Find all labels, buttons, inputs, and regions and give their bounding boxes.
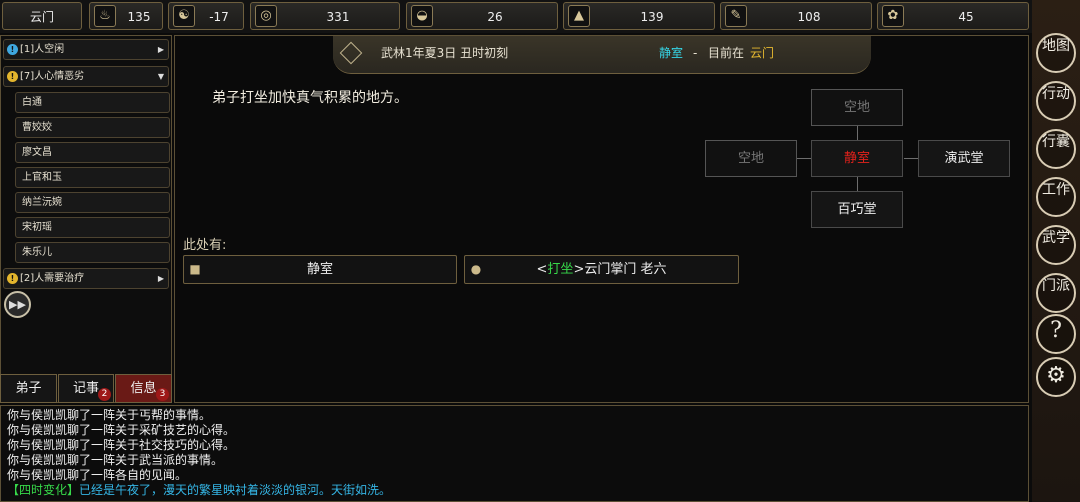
member-item[interactable]: 曹姣姣 bbox=[15, 117, 170, 138]
box-icon: ■ bbox=[189, 262, 201, 276]
action-tag: 打坐 bbox=[547, 262, 574, 277]
yin-yang-icon: ☯ bbox=[173, 5, 195, 27]
food-bowl-icon: ◒ bbox=[411, 5, 433, 27]
group-idle[interactable]: ! [1]人空闲 ▶ bbox=[3, 39, 169, 60]
here-label: 此处有: bbox=[183, 238, 227, 253]
map-room-south[interactable]: 百巧堂 bbox=[811, 191, 903, 228]
map-connector bbox=[797, 158, 811, 159]
member-item[interactable]: 纳兰沅婉 bbox=[15, 192, 170, 213]
status-banner: 武林1年夏3日 丑时初刻 静室 - 目前在 云门 bbox=[333, 36, 871, 74]
group-bad-mood[interactable]: ! [7]人心情恶劣 ▼ bbox=[3, 66, 169, 87]
right-sidebar: 地图 行动 行囊 工作 武学 门派 ? ⚙ bbox=[1032, 0, 1080, 502]
member-item[interactable]: 上官和玉 bbox=[15, 167, 170, 188]
entity-npc-button[interactable]: ● <打坐>云门掌门 老六 bbox=[464, 255, 739, 284]
map-room-current[interactable]: 静室 bbox=[811, 140, 903, 177]
notification-badge: 3 bbox=[156, 388, 169, 401]
current-room-name: 静室 bbox=[659, 46, 684, 60]
notification-badge: 2 bbox=[98, 388, 111, 401]
season-tag: 【四时变化】 bbox=[7, 483, 80, 497]
member-item[interactable]: 宋初瑶 bbox=[15, 217, 170, 238]
stat-money[interactable]: ◎ 331 bbox=[250, 2, 400, 30]
tab-disciples[interactable]: 弟子 bbox=[0, 374, 57, 403]
info-icon: ! bbox=[7, 44, 18, 55]
stat-goods[interactable]: ✿ 45 bbox=[877, 2, 1029, 30]
martial-arts-button[interactable]: 武学 bbox=[1036, 225, 1076, 265]
location-title[interactable]: 云门 bbox=[2, 2, 82, 30]
map-room-east[interactable]: 演武堂 bbox=[918, 140, 1010, 177]
mountain-icon: ▲ bbox=[568, 5, 590, 27]
date-time: 武林1年夏3日 丑时初刻 bbox=[381, 46, 509, 60]
entity-room-button[interactable]: ■ 静室 bbox=[183, 255, 457, 284]
bag-icon: ✿ bbox=[882, 5, 904, 27]
warning-icon: ! bbox=[7, 71, 18, 82]
drop-icon: ♨ bbox=[94, 5, 116, 27]
action-button[interactable]: 行动 bbox=[1036, 81, 1076, 121]
map-connector bbox=[904, 158, 918, 159]
room-description: 弟子打坐加快真气积累的地方。 bbox=[212, 90, 408, 106]
stat-scroll[interactable]: ✎ 108 bbox=[720, 2, 872, 30]
log-line: 你与侯凯凯聊了一阵关于社交技巧的心得。 bbox=[7, 438, 236, 452]
current-location: 云门 bbox=[750, 46, 775, 60]
expand-arrow-icon: ▶ bbox=[157, 274, 164, 283]
compass-icon bbox=[339, 41, 363, 65]
group-need-treatment[interactable]: ! [2]人需要治疗 ▶ bbox=[3, 268, 169, 289]
stat-food[interactable]: ◒ 26 bbox=[406, 2, 558, 30]
warning-icon: ! bbox=[7, 273, 18, 284]
scroll-icon: ✎ bbox=[725, 5, 747, 27]
log-line: 你与侯凯凯聊了一阵关于丐帮的事情。 bbox=[7, 408, 212, 422]
member-item[interactable]: 廖文昌 bbox=[15, 142, 170, 163]
expand-arrow-icon: ▶ bbox=[157, 45, 164, 54]
top-status-bar: 云门 ♨ 135 ☯ -17 ◎ 331 ◒ 26 ▲ 139 ✎ 108 ✿ 45 bbox=[0, 0, 1032, 33]
map-room-west[interactable]: 空地 bbox=[705, 140, 797, 177]
help-button[interactable]: ? bbox=[1036, 314, 1076, 354]
stat-alignment[interactable]: ☯ -17 bbox=[168, 2, 244, 30]
coin-icon: ◎ bbox=[255, 5, 277, 27]
map-button[interactable]: 地图 bbox=[1036, 33, 1076, 73]
log-line: 你与侯凯凯聊了一阵关于采矿技艺的心得。 bbox=[7, 423, 236, 437]
disciple-panel: ! [1]人空闲 ▶ ! [7]人心情恶劣 ▼ 白通 曹姣姣 廖文昌 上官和玉 … bbox=[0, 35, 172, 403]
work-button[interactable]: 工作 bbox=[1036, 177, 1076, 217]
sect-button[interactable]: 门派 bbox=[1036, 273, 1076, 313]
fast-forward-button[interactable]: ▶▶ bbox=[4, 291, 31, 318]
log-line: 【四时变化】已经是午夜了，漫天的繁星映衬着淡淡的银河。天街如洗。 bbox=[7, 483, 1022, 498]
bag-button[interactable]: 行囊 bbox=[1036, 129, 1076, 169]
person-icon: ● bbox=[470, 262, 482, 276]
message-log[interactable]: 你与侯凯凯聊了一阵关于丐帮的事情。 你与侯凯凯聊了一阵关于采矿技艺的心得。 你与… bbox=[0, 405, 1029, 502]
stat-prestige[interactable]: ▲ 139 bbox=[563, 2, 715, 30]
log-line: 你与侯凯凯聊了一阵各自的见闻。 bbox=[7, 468, 188, 482]
collapse-arrow-icon: ▼ bbox=[157, 72, 164, 81]
room-view: 武林1年夏3日 丑时初刻 静室 - 目前在 云门 弟子打坐加快真气积累的地方。 … bbox=[174, 35, 1029, 403]
member-item[interactable]: 白通 bbox=[15, 92, 170, 113]
stat-vitality[interactable]: ♨ 135 bbox=[89, 2, 163, 30]
tab-messages[interactable]: 信息 3 bbox=[115, 374, 172, 403]
log-line: 你与侯凯凯聊了一阵关于武当派的事情。 bbox=[7, 453, 224, 467]
season-text: 已经是午夜了，漫天的繁星映衬着淡淡的银河。天街如洗。 bbox=[79, 483, 392, 497]
tab-journal[interactable]: 记事 2 bbox=[58, 374, 114, 403]
member-item[interactable]: 朱乐儿 bbox=[15, 242, 170, 263]
map-room-north[interactable]: 空地 bbox=[811, 89, 903, 126]
settings-button[interactable]: ⚙ bbox=[1036, 357, 1076, 397]
